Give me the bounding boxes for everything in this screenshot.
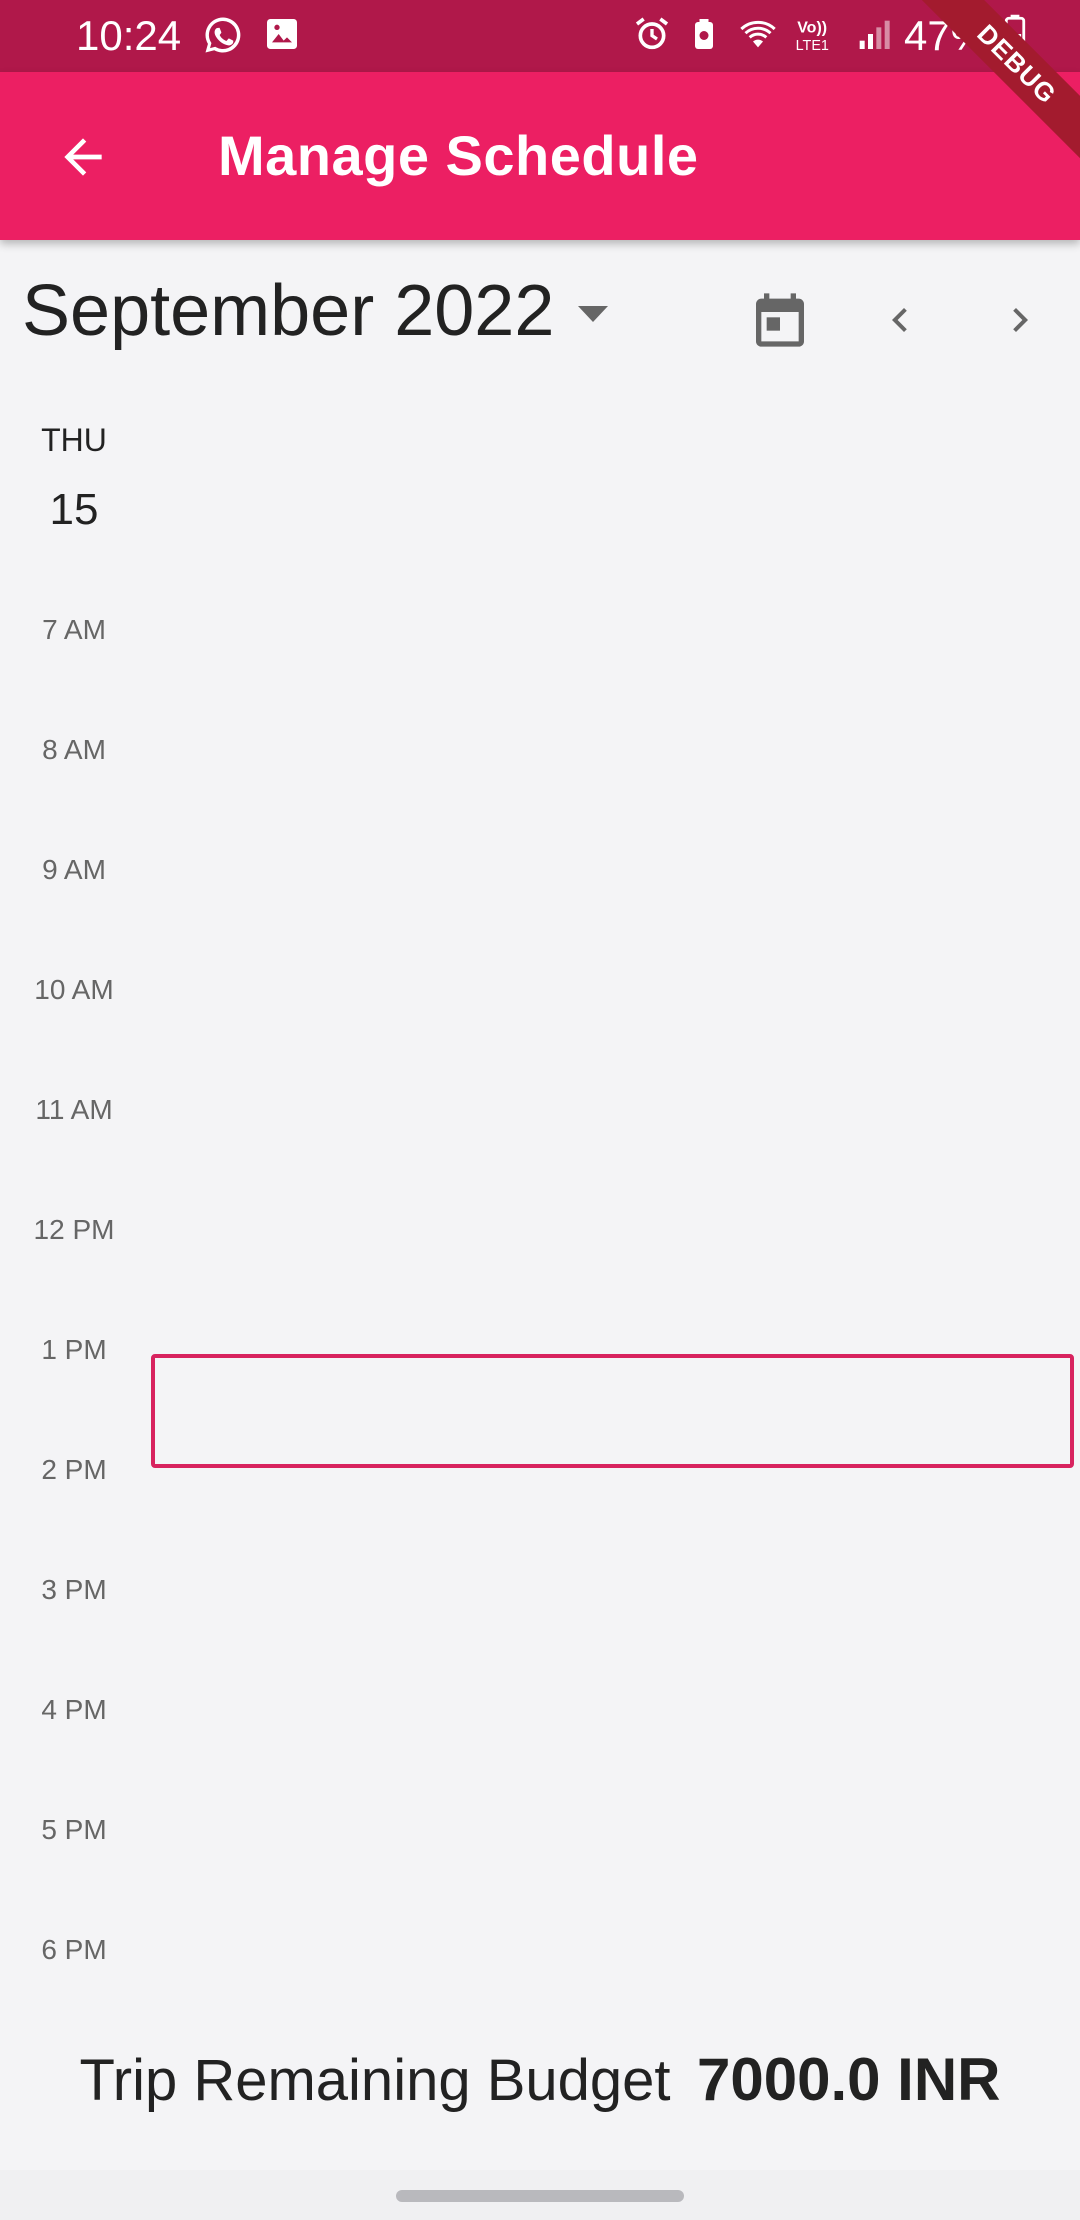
time-label: 10 AM [34, 974, 114, 1005]
status-notification-icons [202, 14, 302, 61]
month-selector[interactable]: September 2022 [22, 268, 610, 354]
home-indicator[interactable] [396, 2190, 684, 2202]
status-time: 10:24 [76, 12, 182, 59]
day-name: THU [41, 422, 107, 458]
chevron-left-icon [892, 308, 907, 332]
alarm-icon [632, 14, 672, 59]
calendar-today-button[interactable] [740, 280, 820, 360]
svg-text:Vo)): Vo)) [797, 19, 827, 36]
battery-saver-icon [686, 14, 722, 59]
budget-summary: Trip Remaining Budget 7000.0 INR [0, 2030, 1080, 2130]
time-label: 2 PM [41, 1454, 107, 1485]
time-label: 11 AM [35, 1094, 113, 1125]
time-slot-area[interactable]: 7 AM 8 AM 9 AM 10 AM 11 AM 12 PM 1 PM 2 PM 3 PM 4… [0, 590, 1080, 1990]
arrow-back-icon [64, 138, 102, 176]
gallery-icon [262, 14, 302, 61]
time-label: 6 PM [41, 1934, 107, 1965]
calendar-icon [756, 293, 804, 347]
dropdown-caret-icon [578, 306, 609, 322]
wifi-icon [736, 14, 780, 59]
time-label: 1 PM [41, 1334, 107, 1365]
page-title: Manage Schedule [218, 124, 699, 187]
time-label: 4 PM [41, 1694, 107, 1725]
budget-value: 7000.0 INR [696, 2046, 1001, 2113]
time-label: 7 AM [42, 614, 106, 645]
time-label: 5 PM [41, 1814, 107, 1845]
svg-text:LTE1: LTE1 [796, 38, 829, 54]
whatsapp-icon [202, 14, 244, 61]
calendar-header: September 2022 [0, 250, 1080, 370]
day-number: 15 [49, 485, 99, 534]
month-label: September 2022 [22, 271, 555, 351]
time-label: 9 AM [42, 854, 106, 885]
time-label: 3 PM [41, 1574, 107, 1605]
navigation-bar [0, 2170, 1080, 2220]
volte-icon: Vo)) LTE1 [794, 14, 842, 59]
day-header[interactable]: THU 15 [24, 420, 124, 540]
chevron-right-icon [1013, 308, 1028, 332]
back-button[interactable] [48, 122, 118, 192]
signal-icon [856, 14, 890, 59]
time-label: 12 PM [33, 1214, 115, 1245]
appointment-slot[interactable] [151, 1354, 1074, 1468]
next-day-button[interactable] [982, 282, 1058, 358]
budget-label: Trip Remaining Budget [79, 2048, 671, 2113]
app-bar: Manage Schedule [0, 72, 1080, 240]
status-bar: 10:24 Vo)) LTE1 47% [0, 0, 1080, 72]
previous-day-button[interactable] [862, 282, 938, 358]
time-label: 8 AM [42, 734, 106, 765]
